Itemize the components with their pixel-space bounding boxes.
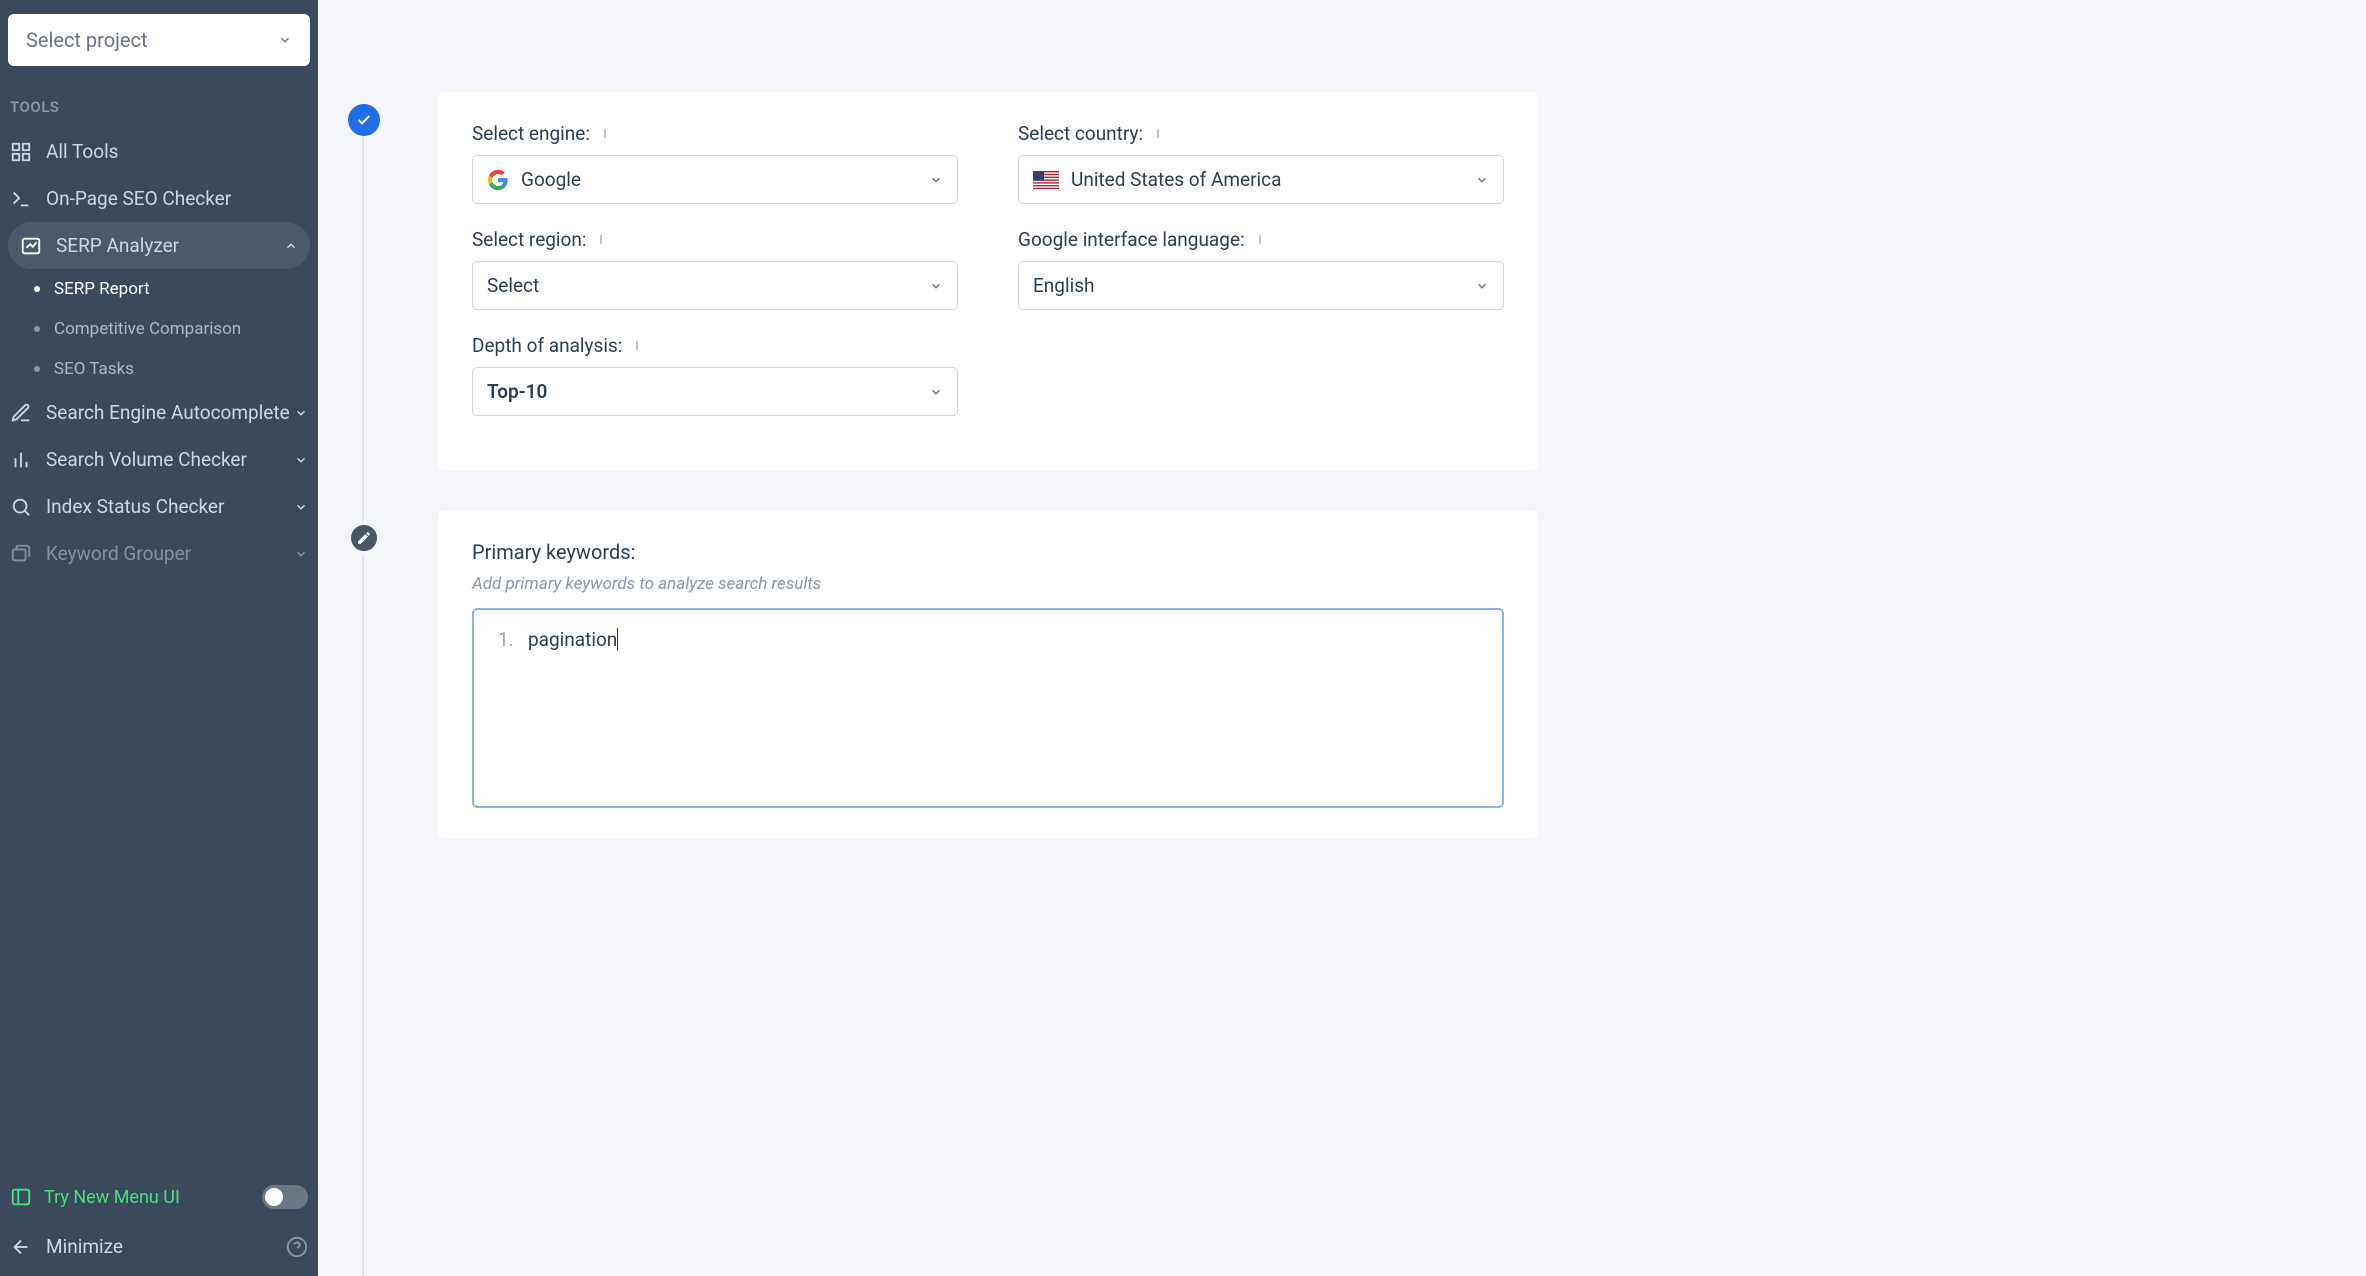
keyword-entry: 1. pagination — [498, 628, 1478, 651]
pencil-icon — [356, 530, 372, 546]
help-icon[interactable] — [286, 1236, 308, 1258]
sidebar-item-label: Keyword Grouper — [46, 542, 191, 565]
try-new-toggle[interactable] — [262, 1185, 308, 1209]
sidebar-nav: All Tools On-Page SEO Checker SERP Analy… — [0, 128, 318, 1167]
sidebar-item-all-tools[interactable]: All Tools — [0, 128, 318, 175]
sidebar-item-label: On-Page SEO Checker — [46, 187, 231, 210]
google-icon — [487, 169, 509, 191]
language-label: Google interface language: — [1018, 228, 1504, 251]
chevron-down-icon — [929, 279, 943, 293]
engine-select[interactable]: Google — [472, 155, 958, 204]
keywords-label: Primary keywords: — [472, 540, 1504, 564]
bullet-icon — [34, 326, 40, 332]
bar-chart-icon — [10, 449, 32, 471]
project-select-placeholder: Select project — [26, 28, 148, 52]
region-label: Select region: — [472, 228, 958, 251]
sidebar-item-autocomplete[interactable]: Search Engine Autocomplete — [0, 389, 318, 436]
info-icon[interactable] — [1151, 127, 1165, 141]
info-icon[interactable] — [594, 233, 608, 247]
sidebar-subitem-competitive-comparison[interactable]: Competitive Comparison — [24, 309, 318, 349]
sidebar-item-label: All Tools — [46, 140, 119, 163]
try-new-menu-row: Try New Menu UI — [10, 1177, 308, 1217]
arrow-left-icon — [10, 1236, 32, 1258]
chevron-down-icon — [294, 406, 308, 420]
chevron-down-icon — [294, 500, 308, 514]
chevron-down-icon — [929, 173, 943, 187]
main-content: Select engine: Google — [318, 0, 2366, 1276]
sidebar-item-label: Competitive Comparison — [54, 319, 241, 339]
sidebar-item-label: Index Status Checker — [46, 495, 224, 518]
try-new-label: Try New Menu UI — [44, 1187, 180, 1208]
sidebar-item-index-status[interactable]: Index Status Checker — [0, 483, 318, 530]
folders-icon — [10, 543, 32, 565]
depth-select[interactable]: Top-10 — [472, 367, 958, 416]
step-badge-done — [348, 104, 380, 136]
language-select[interactable]: English — [1018, 261, 1504, 310]
chevron-down-icon — [294, 453, 308, 467]
pencil-icon — [10, 402, 32, 424]
chevron-down-icon — [1475, 173, 1489, 187]
info-icon[interactable] — [1253, 233, 1267, 247]
minimize-label: Minimize — [46, 1235, 123, 1258]
step-settings: Select engine: Google — [318, 92, 2366, 510]
sidebar-item-label: SERP Report — [54, 279, 150, 299]
sidebar-item-onpage-seo[interactable]: On-Page SEO Checker — [0, 175, 318, 222]
sidebar: Select project TOOLS All Tools On-Page S… — [0, 0, 318, 1276]
sidebar-subitem-serp-report[interactable]: SERP Report — [24, 269, 318, 309]
sidebar-item-serp-analyzer[interactable]: SERP Analyzer — [8, 222, 310, 269]
sidebar-item-label: SEO Tasks — [54, 359, 134, 379]
keyword-text: pagination — [528, 628, 618, 651]
chevron-down-icon — [278, 33, 292, 47]
search-icon — [10, 496, 32, 518]
minimize-sidebar[interactable]: Minimize — [10, 1217, 308, 1266]
region-select[interactable]: Select — [472, 261, 958, 310]
check-icon — [356, 112, 372, 128]
step-badge-edit — [348, 522, 380, 554]
chevron-down-icon — [929, 385, 943, 399]
keyword-number: 1. — [498, 628, 528, 651]
chart-line-icon — [20, 235, 42, 257]
chevron-down-icon — [294, 547, 308, 561]
depth-label: Depth of analysis: — [472, 334, 958, 357]
keywords-hint: Add primary keywords to analyze search r… — [472, 574, 1504, 594]
sidebar-item-label: SERP Analyzer — [56, 234, 179, 257]
sidebar-item-label: Search Volume Checker — [46, 448, 247, 471]
tools-section-label: TOOLS — [0, 74, 318, 128]
terminal-icon — [10, 188, 32, 210]
engine-label: Select engine: — [472, 122, 958, 145]
keywords-input[interactable]: 1. pagination — [472, 608, 1504, 808]
bullet-icon — [34, 366, 40, 372]
sidebar-subitem-seo-tasks[interactable]: SEO Tasks — [24, 349, 318, 389]
settings-card: Select engine: Google — [438, 92, 1538, 470]
serp-analyzer-submenu: SERP Report Competitive Comparison SEO T… — [0, 269, 318, 389]
grid-icon — [10, 141, 32, 163]
sidebar-item-search-volume[interactable]: Search Volume Checker — [0, 436, 318, 483]
info-icon[interactable] — [598, 127, 612, 141]
sidebar-item-label: Search Engine Autocomplete — [46, 401, 290, 424]
keywords-card: Primary keywords: Add primary keywords t… — [438, 510, 1538, 838]
chevron-down-icon — [1475, 279, 1489, 293]
project-select[interactable]: Select project — [8, 14, 310, 66]
step-keywords: Primary keywords: Add primary keywords t… — [318, 510, 2366, 878]
country-select[interactable]: United States of America — [1018, 155, 1504, 204]
country-label: Select country: — [1018, 122, 1504, 145]
info-icon[interactable] — [630, 339, 644, 353]
layout-icon — [10, 1186, 32, 1208]
bullet-icon — [34, 286, 40, 292]
chevron-up-icon — [284, 239, 298, 253]
sidebar-item-keyword-grouper[interactable]: Keyword Grouper — [0, 530, 318, 577]
flag-us-icon — [1033, 171, 1059, 189]
